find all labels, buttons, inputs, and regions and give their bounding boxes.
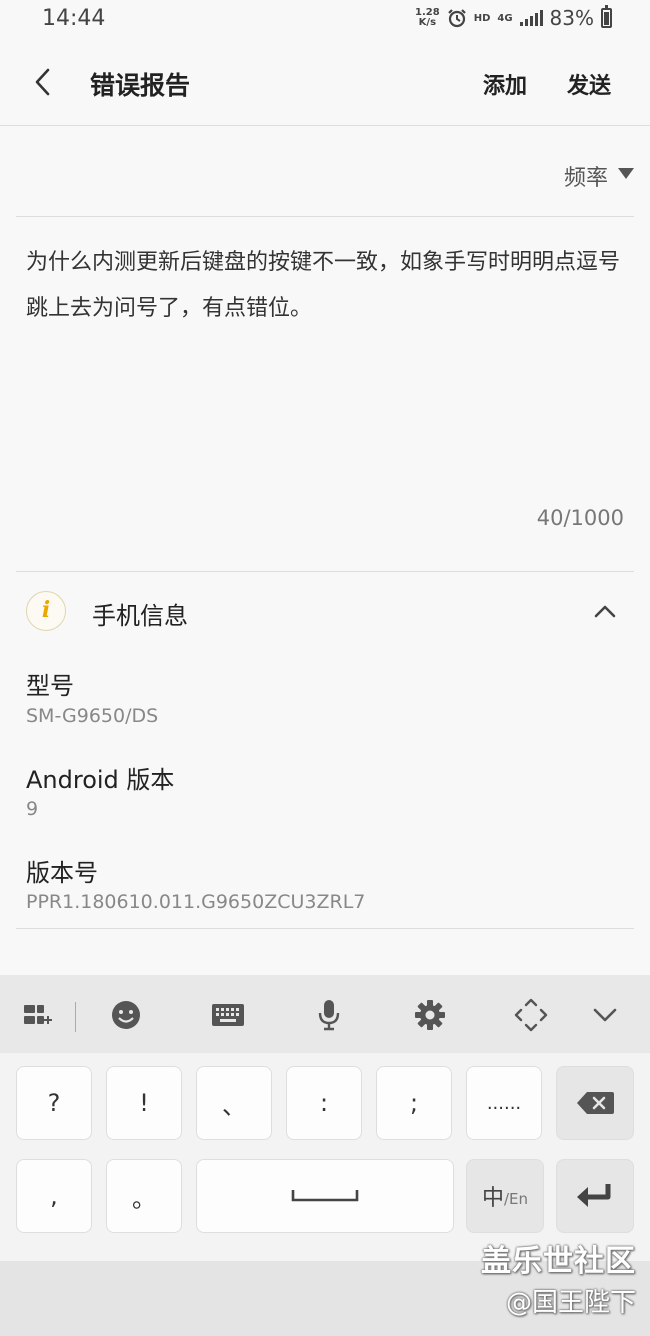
model-label: 型号 xyxy=(26,672,74,700)
cursor-control-button[interactable] xyxy=(513,997,549,1033)
key-enumeration-comma[interactable]: 、 xyxy=(196,1066,272,1140)
phone-info-title: 手机信息 xyxy=(92,602,188,630)
keyboard-switch-button[interactable] xyxy=(210,997,246,1033)
emoji-button[interactable] xyxy=(108,997,144,1033)
net-speed: 1.28 K/s xyxy=(415,7,440,28)
build-number-value: PPR1.180610.011.G9650ZCU3ZRL7 xyxy=(26,891,366,913)
battery-percent: 83% xyxy=(549,6,594,30)
enter-key[interactable] xyxy=(556,1159,634,1233)
key-comma[interactable]: , xyxy=(16,1159,92,1233)
enter-icon xyxy=(577,1184,611,1207)
backspace-key[interactable] xyxy=(556,1066,634,1140)
status-bar: 14:44 1.28 K/s HD 4G 83% xyxy=(0,0,650,40)
voice-input-button[interactable] xyxy=(311,997,347,1033)
add-button[interactable]: 添加 xyxy=(483,68,527,100)
key-period[interactable]: 。 xyxy=(106,1159,182,1233)
watermark-community: 盖乐世社区 xyxy=(481,1244,636,1279)
build-number-label: 版本号 xyxy=(26,859,98,887)
gear-icon xyxy=(415,1000,445,1030)
dropdown-arrow-icon xyxy=(618,168,634,179)
android-version-label: Android 版本 xyxy=(26,766,175,794)
chevron-up-icon xyxy=(594,605,616,618)
report-text-field[interactable]: 为什么内测更新后键盘的按键不一致，如象手写时明明点逗号跳上去为问号了，有点错位。 xyxy=(26,240,630,332)
space-key[interactable] xyxy=(196,1159,454,1233)
back-arrow-icon xyxy=(35,68,50,96)
apps-grid-icon xyxy=(24,1005,52,1024)
apps-button[interactable] xyxy=(19,997,55,1033)
key-semicolon[interactable]: ; xyxy=(376,1066,452,1140)
chevron-down-icon xyxy=(593,1008,617,1022)
battery-icon xyxy=(601,5,612,28)
keyboard: ? ! 、 : ; ...... , 。 中/En xyxy=(0,1053,650,1261)
hide-keyboard-button[interactable] xyxy=(587,997,623,1033)
key-question[interactable]: ? xyxy=(16,1066,92,1140)
keyboard-icon xyxy=(212,1004,244,1026)
lang-main-label: 中 xyxy=(481,1186,504,1211)
back-button[interactable] xyxy=(28,64,60,100)
android-version-value: 9 xyxy=(26,798,39,820)
emoji-icon xyxy=(112,1001,140,1029)
move-cursor-icon xyxy=(514,998,548,1032)
key-colon[interactable]: : xyxy=(286,1066,362,1140)
divider xyxy=(16,928,634,929)
status-time: 14:44 xyxy=(42,6,106,31)
info-icon: i xyxy=(26,591,66,631)
space-bar-icon xyxy=(291,1190,359,1202)
watermark-user: @国王陛下 xyxy=(505,1288,636,1318)
status-icons: 1.28 K/s HD 4G 83% xyxy=(415,5,612,30)
hd-indicator: HD xyxy=(473,12,491,24)
send-button[interactable]: 发送 xyxy=(567,68,611,100)
microphone-icon xyxy=(318,1000,340,1031)
phone-info-header[interactable]: i 手机信息 xyxy=(16,586,634,638)
network-type: 4G xyxy=(497,12,513,24)
key-ellipsis[interactable]: ...... xyxy=(466,1066,542,1140)
app-bar: 错误报告 添加 发送 xyxy=(0,40,650,126)
divider xyxy=(16,571,634,572)
frequency-label: 频率 xyxy=(563,166,608,191)
signal-icon xyxy=(519,10,543,26)
backspace-icon xyxy=(577,1092,614,1114)
collapse-button[interactable] xyxy=(590,596,620,626)
frequency-dropdown[interactable]: 频率 xyxy=(16,140,634,217)
key-exclamation[interactable]: ! xyxy=(106,1066,182,1140)
lang-sub-label: /En xyxy=(503,1190,529,1208)
language-switch-key[interactable]: 中/En xyxy=(466,1159,544,1233)
settings-button[interactable] xyxy=(412,997,448,1033)
keyboard-toolbar xyxy=(0,975,650,1053)
model-value: SM-G9650/DS xyxy=(26,705,159,727)
char-counter: 40/1000 xyxy=(536,506,624,530)
page-title: 错误报告 xyxy=(90,71,191,100)
alarm-icon xyxy=(447,9,466,28)
toolbar-separator xyxy=(75,1002,76,1032)
